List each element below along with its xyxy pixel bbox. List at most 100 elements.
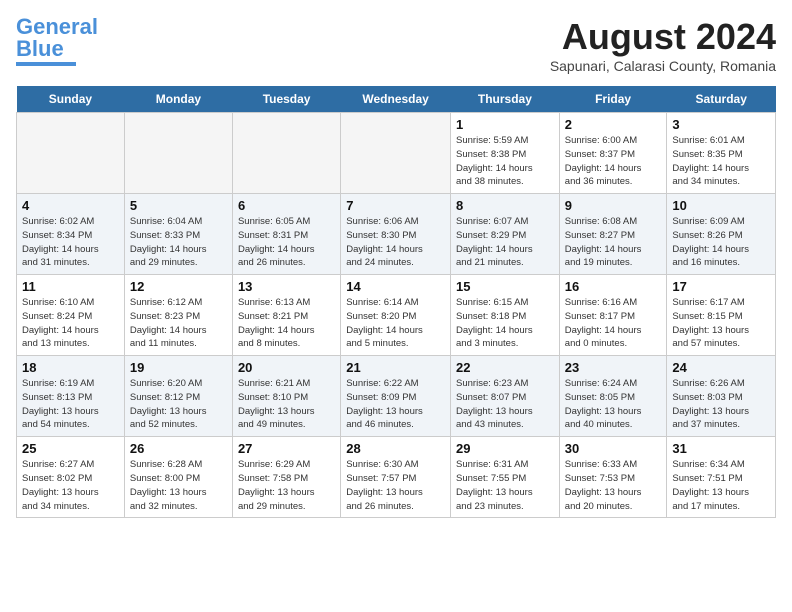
day-info: Sunrise: 6:20 AM Sunset: 8:12 PM Dayligh… xyxy=(130,377,227,432)
day-cell: 28 Sunrise: 6:30 AM Sunset: 7:57 PM Dayli… xyxy=(341,437,451,518)
day-number: 10 xyxy=(672,198,770,213)
title-section: August 2024 Sapunari, Calarasi County, R… xyxy=(550,16,776,74)
day-number: 12 xyxy=(130,279,227,294)
day-number: 24 xyxy=(672,360,770,375)
day-number: 2 xyxy=(565,117,662,132)
day-cell xyxy=(341,113,451,194)
day-cell: 17Sunrise: 6:17 AM Sunset: 8:15 PM Dayli… xyxy=(667,275,776,356)
day-number: 16 xyxy=(565,279,662,294)
day-header-sunday: Sunday xyxy=(17,86,125,113)
day-cell: 9 Sunrise: 6:08 AM Sunset: 8:27 PM Daylig… xyxy=(559,194,667,275)
day-cell: 19 Sunrise: 6:20 AM Sunset: 8:12 PM Dayli… xyxy=(124,356,232,437)
day-cell: 25Sunrise: 6:27 AM Sunset: 8:02 PM Dayli… xyxy=(17,437,125,518)
day-info: Sunrise: 6:30 AM Sunset: 7:57 PM Dayligh… xyxy=(346,458,445,513)
day-number: 1 xyxy=(456,117,554,132)
day-cell: 13Sunrise: 6:13 AM Sunset: 8:21 PM Dayli… xyxy=(232,275,340,356)
day-info: Sunrise: 6:02 AM Sunset: 8:34 PM Dayligh… xyxy=(22,215,119,270)
day-info: Sunrise: 5:59 AM Sunset: 8:38 PM Dayligh… xyxy=(456,134,554,189)
day-info: Sunrise: 6:12 AM Sunset: 8:23 PM Dayligh… xyxy=(130,296,227,351)
day-cell: 11Sunrise: 6:10 AM Sunset: 8:24 PM Dayli… xyxy=(17,275,125,356)
week-row-2: 4 Sunrise: 6:02 AM Sunset: 8:34 PM Daylig… xyxy=(17,194,776,275)
day-number: 23 xyxy=(565,360,662,375)
day-info: Sunrise: 6:15 AM Sunset: 8:18 PM Dayligh… xyxy=(456,296,554,351)
day-number: 13 xyxy=(238,279,335,294)
day-info: Sunrise: 6:16 AM Sunset: 8:17 PM Dayligh… xyxy=(565,296,662,351)
day-cell: 10Sunrise: 6:09 AM Sunset: 8:26 PM Dayli… xyxy=(667,194,776,275)
day-info: Sunrise: 6:29 AM Sunset: 7:58 PM Dayligh… xyxy=(238,458,335,513)
day-number: 3 xyxy=(672,117,770,132)
day-info: Sunrise: 6:21 AM Sunset: 8:10 PM Dayligh… xyxy=(238,377,335,432)
day-info: Sunrise: 6:05 AM Sunset: 8:31 PM Dayligh… xyxy=(238,215,335,270)
day-info: Sunrise: 6:19 AM Sunset: 8:13 PM Dayligh… xyxy=(22,377,119,432)
day-cell: 29 Sunrise: 6:31 AM Sunset: 7:55 PM Dayli… xyxy=(451,437,560,518)
day-cell: 31 Sunrise: 6:34 AM Sunset: 7:51 PM Dayli… xyxy=(667,437,776,518)
calendar-table: SundayMondayTuesdayWednesdayThursdayFrid… xyxy=(16,86,776,518)
logo-bar xyxy=(16,62,76,66)
day-cell: 14Sunrise: 6:14 AM Sunset: 8:20 PM Dayli… xyxy=(341,275,451,356)
day-info: Sunrise: 6:22 AM Sunset: 8:09 PM Dayligh… xyxy=(346,377,445,432)
day-cell: 7 Sunrise: 6:06 AM Sunset: 8:30 PM Daylig… xyxy=(341,194,451,275)
day-cell: 18Sunrise: 6:19 AM Sunset: 8:13 PM Dayli… xyxy=(17,356,125,437)
day-info: Sunrise: 6:10 AM Sunset: 8:24 PM Dayligh… xyxy=(22,296,119,351)
calendar-body: 1 Sunrise: 5:59 AM Sunset: 8:38 PM Daylig… xyxy=(17,113,776,518)
day-info: Sunrise: 6:34 AM Sunset: 7:51 PM Dayligh… xyxy=(672,458,770,513)
day-cell: 5 Sunrise: 6:04 AM Sunset: 8:33 PM Daylig… xyxy=(124,194,232,275)
day-header-monday: Monday xyxy=(124,86,232,113)
day-number: 6 xyxy=(238,198,335,213)
day-number: 14 xyxy=(346,279,445,294)
day-info: Sunrise: 6:01 AM Sunset: 8:35 PM Dayligh… xyxy=(672,134,770,189)
day-header-tuesday: Tuesday xyxy=(232,86,340,113)
day-number: 25 xyxy=(22,441,119,456)
day-cell xyxy=(17,113,125,194)
day-info: Sunrise: 6:06 AM Sunset: 8:30 PM Dayligh… xyxy=(346,215,445,270)
day-cell: 16 Sunrise: 6:16 AM Sunset: 8:17 PM Dayli… xyxy=(559,275,667,356)
day-info: Sunrise: 6:26 AM Sunset: 8:03 PM Dayligh… xyxy=(672,377,770,432)
day-info: Sunrise: 6:04 AM Sunset: 8:33 PM Dayligh… xyxy=(130,215,227,270)
week-row-5: 25Sunrise: 6:27 AM Sunset: 8:02 PM Dayli… xyxy=(17,437,776,518)
day-cell: 24 Sunrise: 6:26 AM Sunset: 8:03 PM Dayli… xyxy=(667,356,776,437)
day-info: Sunrise: 6:33 AM Sunset: 7:53 PM Dayligh… xyxy=(565,458,662,513)
day-info: Sunrise: 6:23 AM Sunset: 8:07 PM Dayligh… xyxy=(456,377,554,432)
day-cell: 23 Sunrise: 6:24 AM Sunset: 8:05 PM Dayli… xyxy=(559,356,667,437)
day-number: 22 xyxy=(456,360,554,375)
day-cell: 26 Sunrise: 6:28 AM Sunset: 8:00 PM Dayli… xyxy=(124,437,232,518)
location: Sapunari, Calarasi County, Romania xyxy=(550,58,776,74)
day-number: 27 xyxy=(238,441,335,456)
day-header-friday: Friday xyxy=(559,86,667,113)
day-cell: 12 Sunrise: 6:12 AM Sunset: 8:23 PM Dayli… xyxy=(124,275,232,356)
day-number: 4 xyxy=(22,198,119,213)
day-cell xyxy=(232,113,340,194)
day-number: 7 xyxy=(346,198,445,213)
day-number: 31 xyxy=(672,441,770,456)
day-cell: 30Sunrise: 6:33 AM Sunset: 7:53 PM Dayli… xyxy=(559,437,667,518)
day-number: 19 xyxy=(130,360,227,375)
days-header-row: SundayMondayTuesdayWednesdayThursdayFrid… xyxy=(17,86,776,113)
day-cell xyxy=(124,113,232,194)
day-cell: 8Sunrise: 6:07 AM Sunset: 8:29 PM Daylig… xyxy=(451,194,560,275)
day-number: 15 xyxy=(456,279,554,294)
day-info: Sunrise: 6:31 AM Sunset: 7:55 PM Dayligh… xyxy=(456,458,554,513)
day-number: 17 xyxy=(672,279,770,294)
day-cell: 1 Sunrise: 5:59 AM Sunset: 8:38 PM Daylig… xyxy=(451,113,560,194)
day-header-thursday: Thursday xyxy=(451,86,560,113)
month-year: August 2024 xyxy=(550,16,776,58)
week-row-1: 1 Sunrise: 5:59 AM Sunset: 8:38 PM Daylig… xyxy=(17,113,776,194)
day-number: 9 xyxy=(565,198,662,213)
day-number: 29 xyxy=(456,441,554,456)
day-cell: 20Sunrise: 6:21 AM Sunset: 8:10 PM Dayli… xyxy=(232,356,340,437)
day-info: Sunrise: 6:08 AM Sunset: 8:27 PM Dayligh… xyxy=(565,215,662,270)
day-cell: 4 Sunrise: 6:02 AM Sunset: 8:34 PM Daylig… xyxy=(17,194,125,275)
day-header-wednesday: Wednesday xyxy=(341,86,451,113)
day-info: Sunrise: 6:28 AM Sunset: 8:00 PM Dayligh… xyxy=(130,458,227,513)
day-number: 5 xyxy=(130,198,227,213)
logo-text: General Blue xyxy=(16,16,98,60)
day-cell: 21Sunrise: 6:22 AM Sunset: 8:09 PM Dayli… xyxy=(341,356,451,437)
day-number: 26 xyxy=(130,441,227,456)
day-info: Sunrise: 6:00 AM Sunset: 8:37 PM Dayligh… xyxy=(565,134,662,189)
day-cell: 3 Sunrise: 6:01 AM Sunset: 8:35 PM Daylig… xyxy=(667,113,776,194)
day-info: Sunrise: 6:24 AM Sunset: 8:05 PM Dayligh… xyxy=(565,377,662,432)
logo-blue: Blue xyxy=(16,36,64,61)
day-number: 28 xyxy=(346,441,445,456)
day-header-saturday: Saturday xyxy=(667,86,776,113)
day-cell: 22 Sunrise: 6:23 AM Sunset: 8:07 PM Dayli… xyxy=(451,356,560,437)
